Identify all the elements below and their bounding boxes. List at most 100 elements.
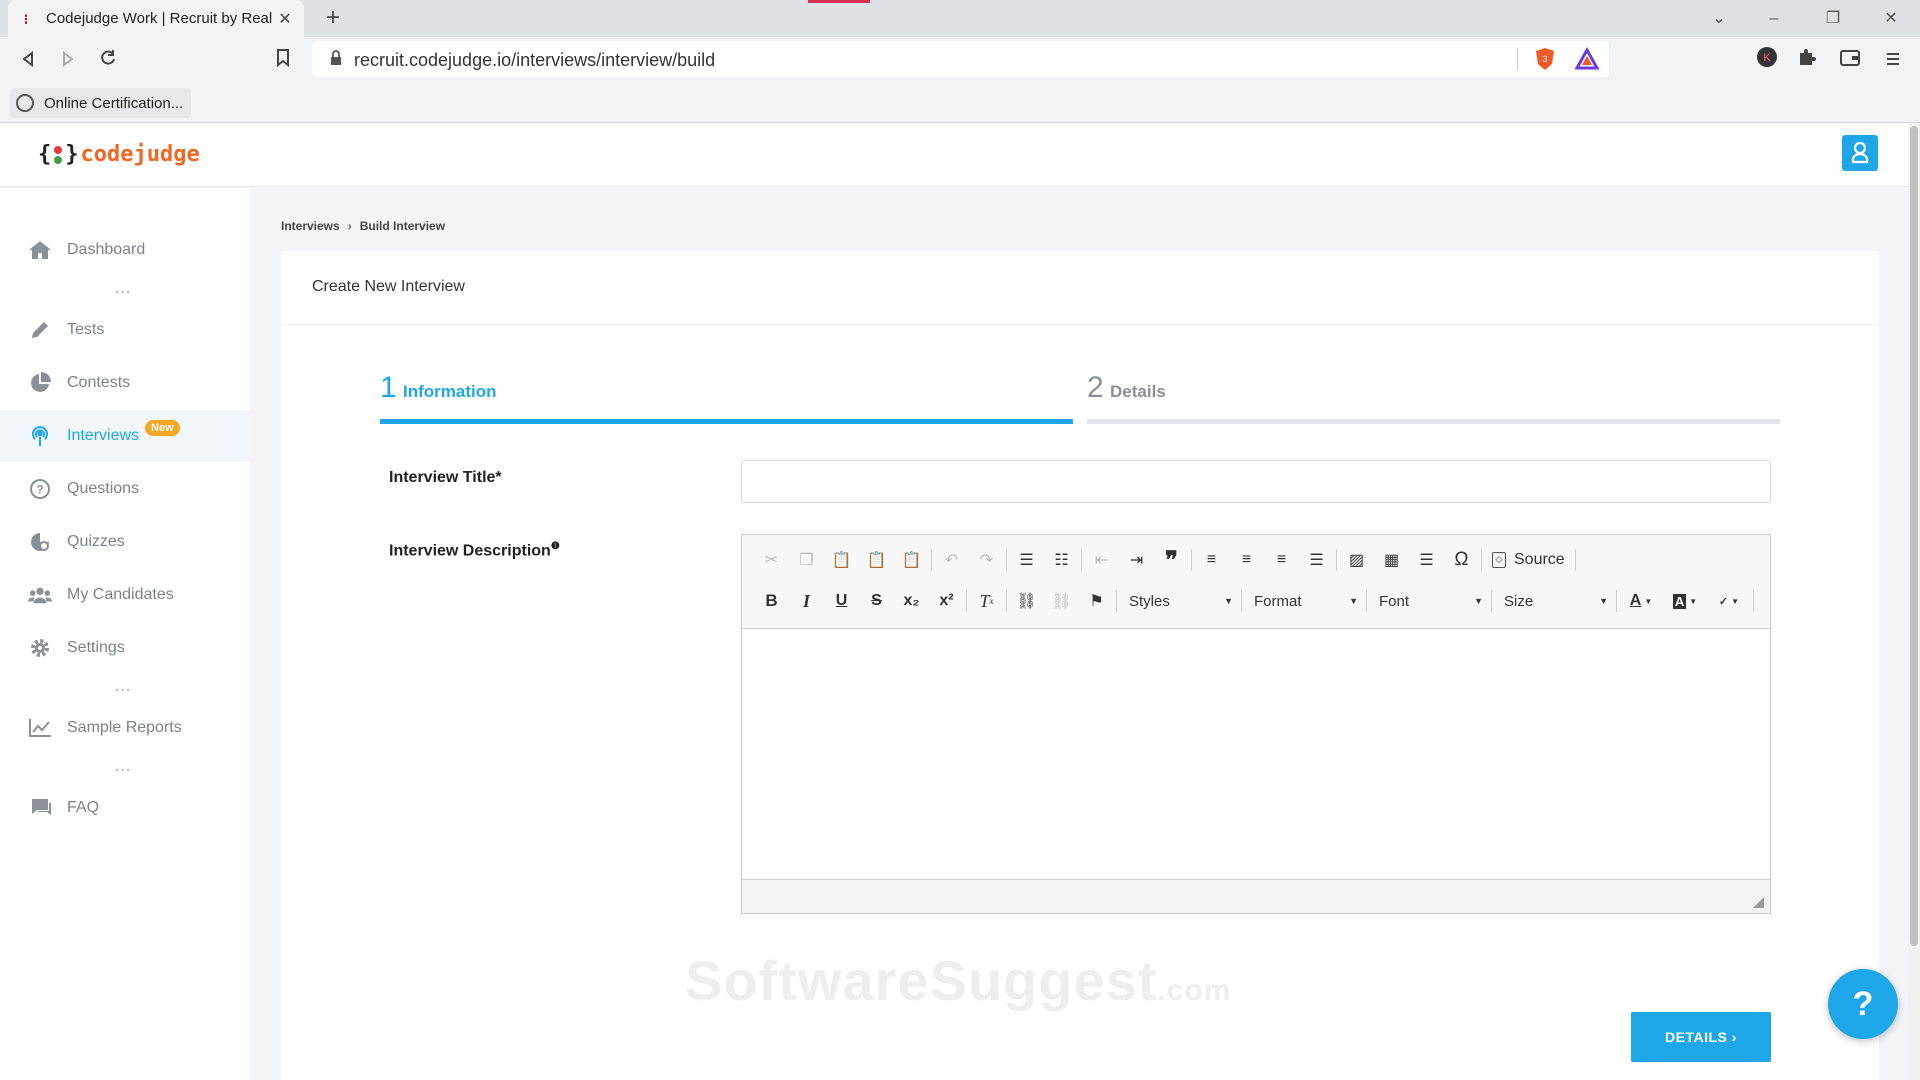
subscript-icon[interactable]: x₂ bbox=[894, 587, 929, 615]
wallet-button[interactable] bbox=[1835, 46, 1865, 76]
toolbar-divider bbox=[1336, 549, 1337, 571]
close-window-button[interactable]: ✕ bbox=[1868, 0, 1914, 37]
unlink-icon[interactable]: ⛓ bbox=[1044, 587, 1079, 615]
remove-format-icon[interactable]: Tx bbox=[969, 587, 1004, 615]
bookmark-button[interactable] bbox=[268, 46, 298, 76]
back-icon bbox=[22, 51, 33, 67]
editor-content-area[interactable] bbox=[742, 630, 1770, 878]
close-tab-icon[interactable]: ✕ bbox=[276, 9, 294, 29]
redo-icon[interactable]: ↷ bbox=[969, 546, 1004, 574]
sidebar-item-faq[interactable]: FAQ bbox=[0, 782, 250, 834]
menu-button[interactable] bbox=[1878, 46, 1908, 76]
format-dropdown[interactable]: Format ▼ bbox=[1244, 587, 1364, 615]
user-account-button[interactable] bbox=[1842, 135, 1878, 171]
paste-icon[interactable]: 📋 bbox=[824, 546, 859, 574]
toolbar-divider bbox=[1616, 590, 1617, 612]
bold-icon[interactable]: B bbox=[754, 587, 789, 615]
description-editor: ✂ ❐ 📋 📋 📋 ↶ ↷ ☰ ☷ ⇤ ⇥ ❞ ≡ ≡ ≡ ☰ ▨ ▦ ☰ Ω … bbox=[741, 534, 1771, 914]
tab-search-icon[interactable]: ⌄ bbox=[1696, 0, 1742, 37]
caret-down-icon: ▼ bbox=[1731, 596, 1740, 606]
paste-word-icon[interactable]: 📋 bbox=[894, 546, 929, 574]
italic-icon[interactable]: I bbox=[789, 587, 824, 615]
minimize-button[interactable]: – bbox=[1751, 0, 1797, 37]
editor-toolbar-row-1: ✂ ❐ 📋 📋 📋 ↶ ↷ ☰ ☷ ⇤ ⇥ ❞ ≡ ≡ ≡ ☰ ▨ ▦ ☰ Ω … bbox=[754, 544, 1578, 576]
extensions-button[interactable] bbox=[1792, 46, 1822, 76]
copy-icon[interactable]: ❐ bbox=[789, 546, 824, 574]
sidebar-item-my-candidates[interactable]: My Candidates bbox=[0, 569, 250, 621]
bulleted-list-icon[interactable]: ☷ bbox=[1044, 546, 1079, 574]
info-icon[interactable]: ❶ bbox=[551, 541, 560, 552]
special-char-icon[interactable]: Ω bbox=[1444, 546, 1479, 574]
sidebar-item-settings[interactable]: Settings bbox=[0, 622, 250, 674]
caret-down-icon: ▼ bbox=[1599, 596, 1608, 606]
undo-icon[interactable]: ↶ bbox=[934, 546, 969, 574]
size-dropdown[interactable]: Size ▼ bbox=[1494, 587, 1614, 615]
back-button[interactable] bbox=[13, 46, 43, 76]
scrollbar-thumb[interactable] bbox=[1910, 126, 1918, 946]
align-right-icon[interactable]: ≡ bbox=[1264, 546, 1299, 574]
brave-rewards-icon[interactable] bbox=[1575, 47, 1599, 71]
font-dropdown[interactable]: Font ▼ bbox=[1369, 587, 1489, 615]
cut-icon[interactable]: ✂ bbox=[754, 546, 789, 574]
reload-button[interactable] bbox=[93, 46, 123, 76]
bg-color-button[interactable]: A ▼ bbox=[1663, 587, 1707, 615]
step-information[interactable]: 1 Information bbox=[380, 371, 1073, 424]
browser-tab[interactable]: ⁝ Codejudge Work | Recruit by Real ✕ bbox=[8, 0, 304, 37]
restore-button[interactable]: ❐ bbox=[1810, 0, 1856, 37]
strike-icon[interactable]: S bbox=[859, 587, 894, 615]
sidebar-item-label: Sample Reports bbox=[67, 719, 182, 736]
profile-avatar-icon: K bbox=[1757, 47, 1777, 67]
label-text: Interview Title bbox=[389, 469, 496, 486]
details-next-button[interactable]: DETAILS › bbox=[1631, 1012, 1771, 1062]
sidebar-item-tests[interactable]: Tests bbox=[0, 304, 250, 356]
logo-text: codejudge bbox=[80, 142, 200, 167]
profile-button[interactable]: K bbox=[1752, 46, 1782, 76]
step-details[interactable]: 2 Details bbox=[1087, 371, 1780, 424]
breadcrumb-separator: › bbox=[347, 219, 352, 233]
indent-icon[interactable]: ⇥ bbox=[1119, 546, 1154, 574]
forward-button[interactable] bbox=[53, 46, 83, 76]
numbered-list-icon[interactable]: ☰ bbox=[1009, 546, 1044, 574]
link-icon[interactable]: ⛓ bbox=[1009, 587, 1044, 615]
sidebar-item-label: Interviews bbox=[67, 427, 140, 444]
horizontal-line-icon[interactable]: ☰ bbox=[1409, 546, 1444, 574]
superscript-icon[interactable]: x² bbox=[929, 587, 964, 615]
address-bar[interactable]: recruit.codejudge.io/interviews/intervie… bbox=[312, 41, 1609, 77]
table-icon[interactable]: ▦ bbox=[1374, 546, 1409, 574]
step-label: Information bbox=[403, 382, 497, 401]
interview-title-input[interactable] bbox=[741, 460, 1771, 503]
styles-dropdown[interactable]: Styles ▼ bbox=[1119, 587, 1239, 615]
new-tab-button[interactable]: + bbox=[318, 4, 348, 34]
codejudge-logo[interactable]: { } codejudge bbox=[38, 142, 200, 167]
sidebar-item-quizzes[interactable]: Quizzes bbox=[0, 516, 250, 568]
sidebar-item-questions[interactable]: ? Questions bbox=[0, 463, 250, 515]
paste-text-icon[interactable]: 📋 bbox=[859, 546, 894, 574]
tab-title: Codejudge Work | Recruit by Real bbox=[46, 10, 273, 27]
sidebar-item-interviews[interactable]: Interviews New bbox=[0, 410, 250, 462]
brave-shield-icon[interactable]: 3 bbox=[1534, 47, 1556, 71]
align-left-icon[interactable]: ≡ bbox=[1194, 546, 1229, 574]
bookmark-online-certification[interactable]: Online Certification... bbox=[10, 88, 192, 118]
source-label: Source bbox=[1514, 551, 1565, 568]
editor-toolbar-row-2: B I U S x₂ x² Tx ⛓ ⛓ ⚑ Styles ▼ Format ▼ F… bbox=[754, 585, 1756, 617]
outdent-icon[interactable]: ⇤ bbox=[1084, 546, 1119, 574]
toolbar-divider bbox=[966, 590, 967, 612]
spellcheck-button[interactable]: ✓ ▼ bbox=[1707, 587, 1751, 615]
help-button[interactable]: ? bbox=[1828, 969, 1898, 1039]
underline-icon[interactable]: U bbox=[824, 587, 859, 615]
resize-handle-icon[interactable] bbox=[1753, 897, 1764, 908]
page-scrollbar[interactable] bbox=[1908, 124, 1920, 1080]
image-icon[interactable]: ▨ bbox=[1339, 546, 1374, 574]
sidebar-item-contests[interactable]: Contests bbox=[0, 357, 250, 409]
anchor-icon[interactable]: ⚑ bbox=[1079, 587, 1114, 615]
text-color-button[interactable]: A ▼ bbox=[1619, 587, 1663, 615]
align-center-icon[interactable]: ≡ bbox=[1229, 546, 1264, 574]
breadcrumb-interviews-link[interactable]: Interviews bbox=[281, 219, 340, 233]
step-progress-bar bbox=[1087, 419, 1780, 424]
sidebar-item-sample-reports[interactable]: Sample Reports bbox=[0, 702, 250, 754]
podcast-icon bbox=[28, 424, 52, 448]
justify-icon[interactable]: ☰ bbox=[1299, 546, 1334, 574]
sidebar-item-dashboard[interactable]: Dashboard bbox=[0, 224, 250, 276]
blockquote-icon[interactable]: ❞ bbox=[1154, 546, 1189, 574]
source-button[interactable]: ◇ Source bbox=[1484, 546, 1573, 574]
